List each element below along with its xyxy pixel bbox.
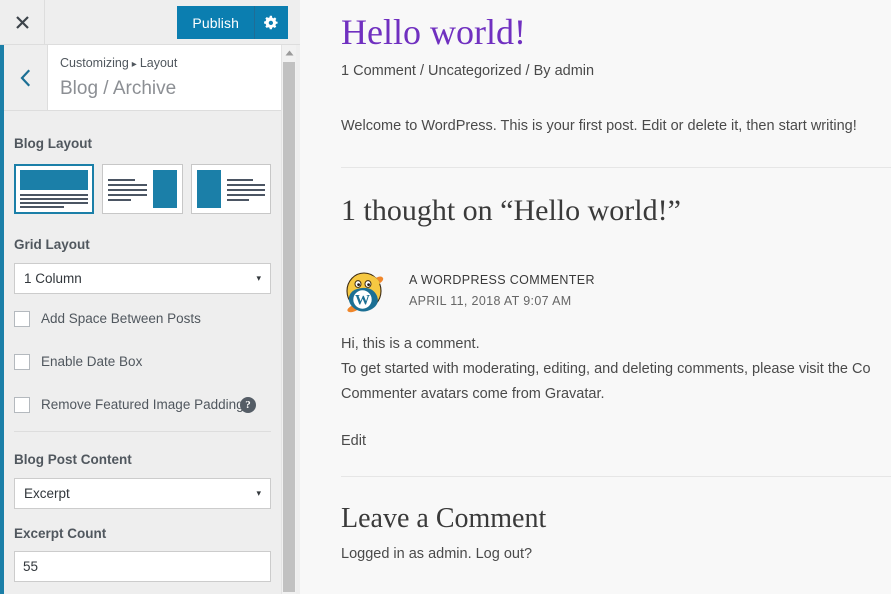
panel-header-text: Customizing ▸ Layout Blog / Archive [60, 55, 177, 103]
grid-layout-value: 1 Column [24, 271, 82, 286]
excerpt-count-control: Excerpt Count [4, 509, 281, 582]
comment-author: A WORDPRESS COMMENTER [409, 273, 595, 287]
blog-layout-option-image-top[interactable] [14, 164, 95, 214]
comment-date: APRIL 11, 2018 AT 9:07 AM [409, 294, 572, 308]
leave-comment-heading: Leave a Comment [341, 503, 547, 534]
remove-featured-image-padding-label: Remove Featured Image Padding [41, 397, 244, 412]
blog-layout-label: Blog Layout [14, 136, 92, 151]
breadcrumb: Customizing ▸ Layout [60, 55, 177, 73]
comments-heading: 1 thought on “Hello world!” [341, 194, 681, 227]
gear-icon [264, 15, 278, 30]
logged-in-notice: Logged in as admin. Log out? [341, 546, 533, 562]
layout-thumb-image-block [152, 170, 177, 208]
add-space-between-posts-checkbox[interactable] [14, 311, 30, 327]
comment-identity: A WORDPRESS COMMENTER APRIL 11, 2018 AT … [409, 268, 595, 311]
post-meta: 1 Comment / Uncategorized / By admin [341, 63, 595, 79]
layout-thumb-text-lines [20, 194, 89, 208]
customizer-header: Publish [0, 0, 300, 45]
close-customizer-button[interactable] [0, 0, 45, 44]
layout-thumb-image-right [108, 170, 177, 208]
comment-line: To get started with moderating, editing,… [341, 361, 871, 377]
comment-form-divider [341, 476, 891, 477]
post-divider [341, 167, 891, 168]
close-icon [15, 15, 29, 29]
grid-layout-select[interactable]: 1 Column ▾ [14, 263, 271, 294]
customizer-settings-button[interactable] [254, 6, 288, 39]
wordpress-wapuu-avatar-icon: W [341, 268, 387, 314]
comment-body: Hi, this is a comment. To get started wi… [341, 332, 891, 407]
grid-layout-label: Grid Layout [14, 237, 90, 252]
panel-back-button[interactable] [4, 45, 48, 110]
remove-featured-image-padding-row[interactable]: Remove Featured Image Padding ? [14, 397, 271, 413]
blog-layout-option-image-left[interactable] [190, 164, 271, 214]
layout-thumb-image-block [196, 170, 221, 208]
customizer-app: Publish Customizing ▸ Layout Blog / Arch… [0, 0, 891, 594]
help-icon[interactable]: ? [240, 397, 256, 413]
layout-thumb-image-block [20, 170, 89, 190]
svg-text:W: W [355, 293, 370, 309]
grid-layout-control: Grid Layout 1 Column ▾ [4, 214, 281, 294]
enable-date-box-label: Enable Date Box [41, 354, 143, 369]
checkbox-controls: Add Space Between Posts Enable Date Box … [4, 311, 281, 413]
layout-thumb-text-lines [108, 170, 147, 208]
publish-button[interactable]: Publish [177, 6, 254, 39]
layout-thumb-text-lines [226, 170, 265, 208]
chevron-down-icon: ▾ [256, 273, 261, 283]
breadcrumb-separator: ▸ [131, 59, 137, 70]
layout-thumb-image-top [20, 170, 89, 208]
comment-line: Hi, this is a comment. [341, 336, 480, 352]
enable-date-box-checkbox[interactable] [14, 354, 30, 370]
remove-featured-image-padding-checkbox[interactable] [14, 397, 30, 413]
customizer-scrollbar[interactable] [281, 45, 296, 594]
customizer-sidebar: Publish Customizing ▸ Layout Blog / Arch… [0, 0, 300, 594]
customizer-controls-scroll-area: Blog Layout Grid Layout 1 Column ▾ Add S… [4, 111, 281, 594]
scroll-up-arrow-icon [285, 50, 293, 55]
blog-layout-option-image-right[interactable] [102, 164, 183, 214]
blog-post-content-label: Blog Post Content [14, 452, 132, 467]
breadcrumb-root: Customizing [60, 56, 129, 70]
preview-content: Hello world! 1 Comment / Uncategorized /… [341, 0, 891, 565]
enable-date-box-row[interactable]: Enable Date Box [14, 354, 271, 370]
panel-header: Customizing ▸ Layout Blog / Archive [4, 45, 282, 111]
post-excerpt: Welcome to WordPress. This is your first… [341, 118, 857, 134]
chevron-down-icon: ▾ [256, 488, 261, 498]
excerpt-count-input[interactable] [14, 551, 271, 582]
blog-layout-options [14, 164, 271, 214]
scrollbar-thumb[interactable] [283, 62, 295, 592]
layout-thumb-image-left [196, 170, 265, 208]
excerpt-count-label: Excerpt Count [14, 526, 107, 541]
comment-line: Commenter avatars come from Gravatar. [341, 386, 605, 402]
blog-post-content-value: Excerpt [24, 486, 70, 501]
chevron-left-icon [20, 68, 31, 87]
add-space-between-posts-row[interactable]: Add Space Between Posts [14, 311, 271, 327]
panel-title: Blog / Archive [60, 78, 177, 99]
comment-header: W A WORDPRESS COMMENTER APRIL 11, 2018 A… [341, 268, 891, 314]
publish-group: Publish [177, 6, 288, 39]
post-title[interactable]: Hello world! [341, 0, 891, 54]
add-space-between-posts-label: Add Space Between Posts [41, 311, 201, 326]
scrollbar-up-button[interactable] [282, 45, 296, 60]
blog-post-content-select[interactable]: Excerpt ▾ [14, 478, 271, 509]
comment-edit-link[interactable]: Edit [341, 430, 366, 452]
blog-post-content-control: Blog Post Content Excerpt ▾ [4, 432, 281, 509]
breadcrumb-current: Layout [139, 56, 178, 70]
blog-layout-control: Blog Layout [4, 111, 281, 214]
site-preview-pane: Hello world! 1 Comment / Uncategorized /… [300, 0, 891, 594]
